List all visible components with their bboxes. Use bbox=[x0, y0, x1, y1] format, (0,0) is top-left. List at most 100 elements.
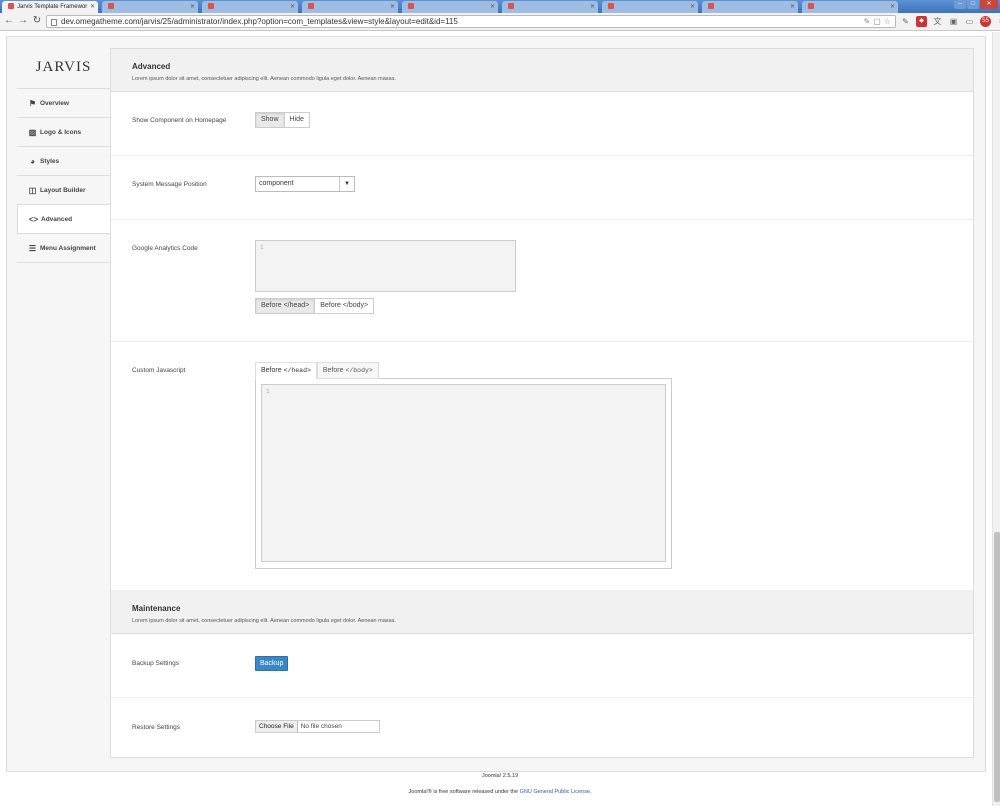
browser-tab[interactable]: ✕ bbox=[302, 1, 398, 13]
window-close-icon[interactable]: ✕ bbox=[980, 0, 998, 9]
jarvis-sidebar: JARVIS ⚑ Overview ▨ Logo & Icons ◕ Style… bbox=[17, 47, 110, 759]
sidebar-item-menu-assignment[interactable]: ☰ Menu Assignment bbox=[17, 234, 110, 263]
field-label: Show Component on Homepage bbox=[132, 117, 227, 124]
browser-tab[interactable]: ✕ bbox=[402, 1, 498, 13]
favicon-icon bbox=[708, 3, 714, 10]
extension-toolbar: ✎ ◆ 文 ▣ ▭ 55 ≡ bbox=[900, 16, 1000, 27]
tab-close-icon[interactable]: ✕ bbox=[90, 1, 95, 13]
layout-icon: ◫ bbox=[28, 185, 37, 195]
browser-tab[interactable]: ✕ bbox=[502, 1, 598, 13]
page-scrollbar[interactable] bbox=[992, 32, 1000, 806]
sidebar-item-label: Advanced bbox=[41, 215, 73, 223]
bookmark-star-icon[interactable]: ☆ bbox=[884, 17, 891, 27]
tab-close-icon[interactable]: ✕ bbox=[690, 1, 695, 13]
footer-license: Joomla!® is free software released under… bbox=[0, 789, 1000, 795]
tab-label: Before bbox=[261, 367, 282, 374]
adblock-icon[interactable]: 55 bbox=[980, 16, 991, 27]
row-custom-javascript: Custom Javascript Before </head> Before … bbox=[111, 342, 973, 591]
sidebar-item-advanced[interactable]: <> Advanced bbox=[17, 205, 110, 234]
maximize-icon[interactable]: □ bbox=[967, 0, 979, 9]
js-editor-wrapper: 1 bbox=[255, 378, 672, 569]
row-system-message: System Message Position component ▼ bbox=[111, 156, 973, 220]
menu-icon[interactable]: ≡ bbox=[996, 16, 1000, 27]
tab-close-icon[interactable]: ✕ bbox=[490, 1, 495, 13]
js-code-editor[interactable]: 1 bbox=[261, 384, 666, 562]
row-backup: Backup Settings Backup bbox=[111, 634, 973, 698]
row-show-component: Show Component on Homepage Show Hide bbox=[111, 92, 973, 156]
favicon-icon bbox=[408, 3, 414, 10]
sidebar-item-overview[interactable]: ⚑ Overview bbox=[17, 89, 110, 118]
line-number: 1 bbox=[260, 244, 264, 251]
sidebar-item-label: Overview bbox=[40, 99, 69, 107]
line-number: 1 bbox=[266, 388, 270, 395]
tab-close-icon[interactable]: ✕ bbox=[290, 1, 295, 13]
license-link[interactable]: GNU General Public License bbox=[520, 789, 590, 795]
advanced-section-header: Advanced Lorem ipsum dolor sit amet, con… bbox=[111, 49, 973, 92]
caret-down-icon: ▼ bbox=[339, 177, 354, 191]
field-label: Custom Javascript bbox=[132, 367, 186, 374]
minimize-icon[interactable]: – bbox=[954, 0, 966, 9]
cast-icon[interactable]: ▭ bbox=[964, 16, 975, 27]
restore-file-input[interactable]: Choose File No file chosen bbox=[255, 720, 380, 733]
extension-icon[interactable]: ✎ bbox=[864, 17, 871, 27]
favicon-icon bbox=[208, 3, 214, 10]
show-button[interactable]: Show bbox=[255, 112, 285, 128]
hide-button[interactable]: Hide bbox=[284, 112, 310, 128]
tab-close-icon[interactable]: ✕ bbox=[790, 1, 795, 13]
sidebar-item-label: Menu Assignment bbox=[40, 244, 96, 252]
sidebar-item-label: Styles bbox=[40, 157, 60, 165]
reload-icon[interactable]: ↻ bbox=[31, 15, 43, 27]
backup-button[interactable]: Backup bbox=[255, 656, 289, 671]
tab-close-icon[interactable]: ✕ bbox=[190, 1, 195, 13]
wrench-icon[interactable]: ✎ bbox=[900, 16, 911, 27]
field-label: System Message Position bbox=[132, 181, 207, 188]
favicon-icon bbox=[608, 3, 614, 10]
extension-badge-icon[interactable]: ◆ bbox=[916, 16, 927, 27]
sidebar-item-logo-icons[interactable]: ▨ Logo & Icons bbox=[17, 118, 110, 147]
translate-icon[interactable]: 文 bbox=[932, 16, 943, 27]
back-arrow-icon[interactable]: ← bbox=[3, 15, 15, 27]
before-body-button[interactable]: Before </body> bbox=[315, 298, 375, 314]
browser-tab[interactable]: ✕ bbox=[102, 1, 198, 13]
sidebar-item-layout-builder[interactable]: ◫ Layout Builder bbox=[17, 176, 110, 205]
system-message-select[interactable]: component ▼ bbox=[255, 176, 355, 192]
maintenance-section-header: Maintenance Lorem ipsum dolor sit amet, … bbox=[111, 591, 973, 634]
license-end: . bbox=[589, 789, 592, 795]
browser-tab[interactable]: ✕ bbox=[202, 1, 298, 13]
ga-position-toggle: Before </head> Before </body> bbox=[255, 298, 375, 314]
browser-tab[interactable]: ✕ bbox=[602, 1, 698, 13]
page-action-icon[interactable]: ▢ bbox=[873, 17, 881, 27]
favicon-icon bbox=[308, 3, 314, 10]
tab-before-head[interactable]: Before </head> bbox=[255, 362, 317, 379]
jarvis-logo: JARVIS bbox=[35, 59, 92, 75]
tab-close-icon[interactable]: ✕ bbox=[390, 1, 395, 13]
browser-tab-active[interactable]: Jarvis Template Framewor ✕ bbox=[2, 1, 98, 13]
before-head-button[interactable]: Before </head> bbox=[255, 298, 316, 314]
tab-close-icon[interactable]: ✕ bbox=[590, 1, 595, 13]
show-hide-toggle: Show Hide bbox=[255, 112, 310, 128]
js-position-tabs: Before </head> Before </body> bbox=[255, 362, 379, 379]
browser-tab[interactable]: ✕ bbox=[802, 1, 898, 13]
page-icon bbox=[51, 19, 57, 26]
file-status: No file chosen bbox=[300, 723, 342, 730]
sidebar-item-label: Layout Builder bbox=[40, 186, 86, 194]
choose-file-button[interactable]: Choose File bbox=[256, 721, 298, 732]
field-label: Backup Settings bbox=[132, 660, 179, 667]
footer-version: Joomla! 2.5.19 bbox=[481, 773, 519, 779]
screen-icon[interactable]: ▣ bbox=[948, 16, 959, 27]
omnibox-icons: ✎ ▢ ☆ bbox=[864, 17, 891, 27]
tab-close-icon[interactable]: ✕ bbox=[890, 1, 895, 13]
address-bar[interactable]: dev.omegatheme.com/jarvis/25/administrat… bbox=[46, 15, 896, 28]
image-icon: ▨ bbox=[28, 127, 37, 137]
tab-title: Jarvis Template Framewor bbox=[17, 4, 88, 10]
window-controls: – □ ✕ bbox=[954, 0, 998, 10]
section-title: Advanced bbox=[132, 62, 171, 71]
ga-code-editor[interactable]: 1 bbox=[255, 240, 516, 292]
sidebar-item-styles[interactable]: ◕ Styles bbox=[17, 147, 110, 176]
tab-before-body[interactable]: Before </body> bbox=[316, 362, 379, 379]
url-text: dev.omegatheme.com/jarvis/25/administrat… bbox=[61, 17, 458, 26]
browser-tab[interactable]: ✕ bbox=[702, 1, 798, 13]
scrollbar-thumb[interactable] bbox=[994, 532, 1000, 802]
favicon-icon bbox=[508, 3, 514, 10]
forward-arrow-icon[interactable]: → bbox=[17, 15, 29, 27]
